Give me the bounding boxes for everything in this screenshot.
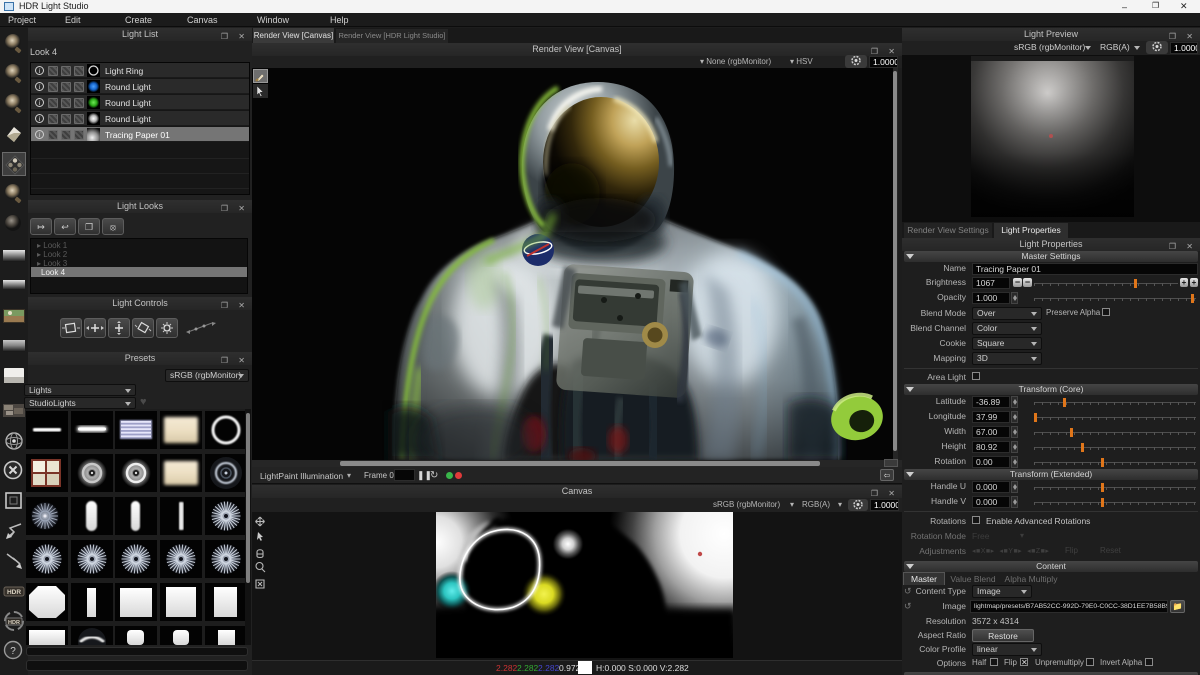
svg-text:HDR: HDR <box>7 589 21 596</box>
svg-text:?: ? <box>10 646 16 657</box>
svg-text:HDR: HDR <box>8 620 20 626</box>
